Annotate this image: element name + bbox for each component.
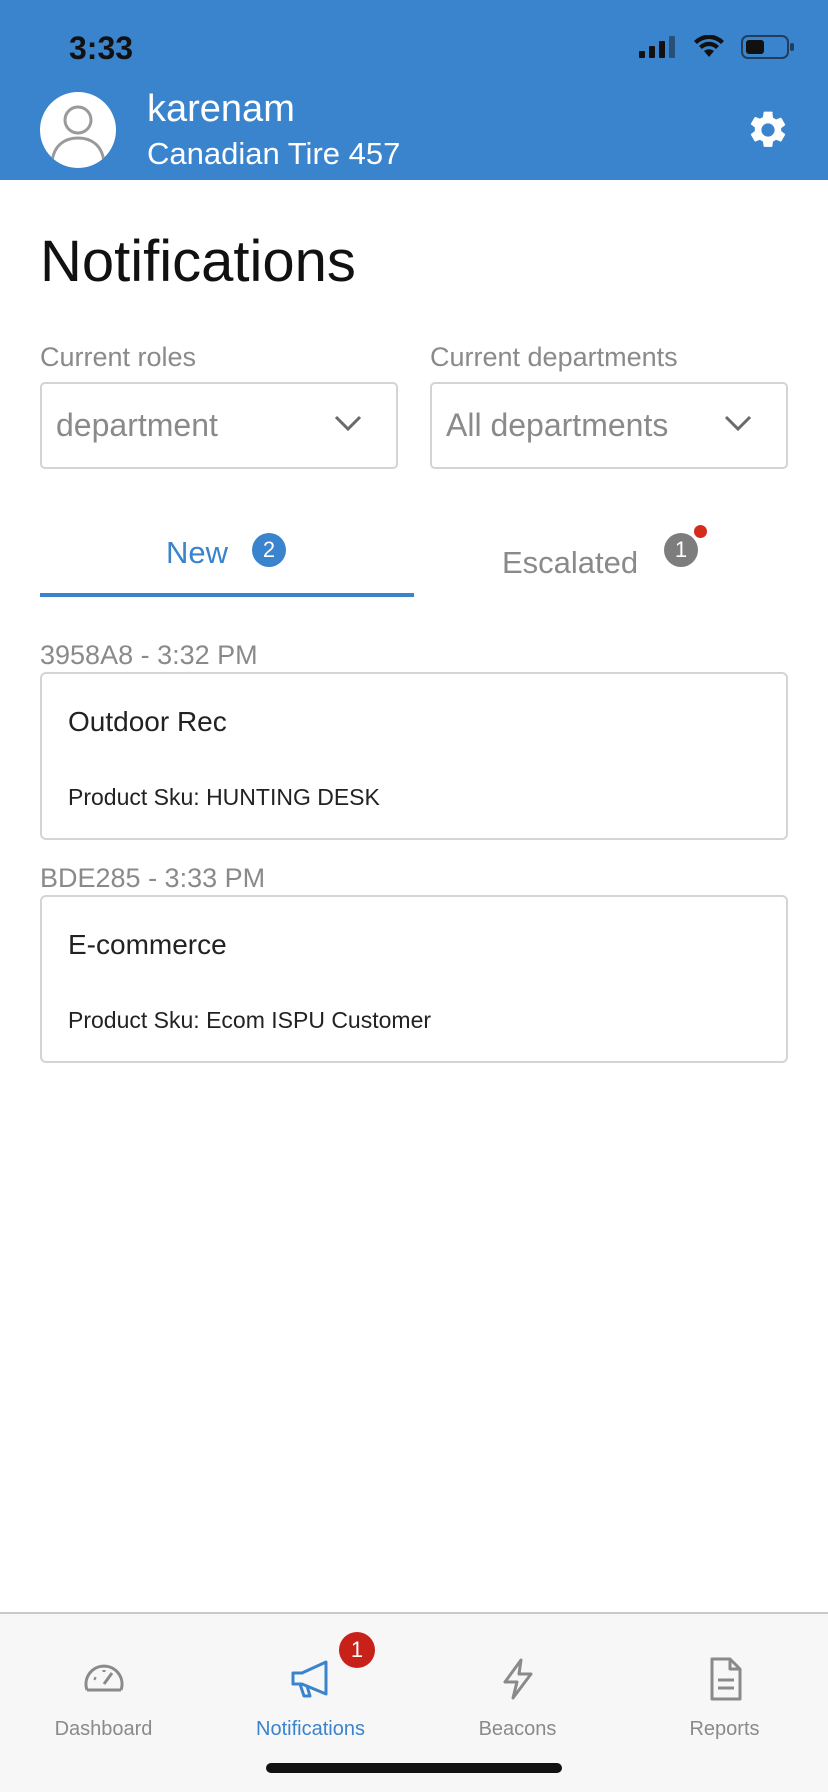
notification-department: Outdoor Rec xyxy=(68,706,227,737)
nav-notifications-label: Notifications xyxy=(256,1718,365,1740)
nav-notifications-badge: 1 xyxy=(339,1632,375,1668)
nav-reports-label: Reports xyxy=(689,1718,760,1740)
notification-card[interactable]: E-commerce Product Sku: Ecom ISPU Custom… xyxy=(40,895,788,1063)
gear-icon[interactable] xyxy=(746,108,790,152)
nav-beacons-label: Beacons xyxy=(478,1718,557,1740)
tab-new[interactable]: New xyxy=(166,535,228,571)
active-tab-indicator xyxy=(40,593,414,597)
document-icon xyxy=(710,1657,741,1701)
app-root: 3:33 karenam Canadian Tire 457 Notificat… xyxy=(0,0,828,1792)
speedometer-icon xyxy=(84,1664,123,1692)
nav-dashboard-label: Dashboard xyxy=(54,1718,153,1740)
tab-escalated[interactable]: Escalated xyxy=(502,545,638,581)
status-icons xyxy=(639,34,795,60)
roles-select[interactable]: department xyxy=(40,382,398,469)
notification-meta: BDE285 - 3:33 PM xyxy=(40,863,266,893)
notification-card[interactable]: Outdoor Rec Product Sku: HUNTING DESK xyxy=(40,672,788,840)
roles-label: Current roles xyxy=(40,342,197,372)
departments-label: Current departments xyxy=(430,342,678,372)
notification-department: E-commerce xyxy=(68,929,227,960)
home-indicator xyxy=(266,1763,562,1773)
chevron-down-icon xyxy=(334,415,362,432)
tab-escalated-label: Escalated xyxy=(502,545,639,580)
tab-escalated-count-badge: 1 xyxy=(664,533,698,567)
app-header: 3:33 karenam Canadian Tire 457 xyxy=(0,0,828,180)
avatar[interactable] xyxy=(40,92,116,168)
notification-meta: 3958A8 - 3:32 PM xyxy=(40,640,258,670)
megaphone-icon xyxy=(291,1660,327,1698)
lightning-icon xyxy=(503,1658,532,1700)
page-title: Notifications xyxy=(40,229,356,294)
store-name: Canadian Tire 457 xyxy=(147,136,401,171)
user-icon xyxy=(50,105,106,163)
status-time: 3:33 xyxy=(69,30,134,66)
unread-dot xyxy=(694,525,707,538)
username: karenam xyxy=(147,88,295,130)
tab-new-label: New xyxy=(166,535,229,570)
departments-select[interactable]: All departments xyxy=(430,382,788,469)
nav-dashboard[interactable]: Dashboard xyxy=(0,1614,207,1792)
battery-icon xyxy=(741,35,794,59)
nav-reports[interactable]: Reports xyxy=(621,1614,828,1792)
notification-sku: Product Sku: Ecom ISPU Customer xyxy=(68,1007,432,1033)
signal-icon xyxy=(639,36,675,58)
notification-sku: Product Sku: HUNTING DESK xyxy=(68,784,380,810)
roles-select-value: department xyxy=(56,407,218,443)
departments-select-value: All departments xyxy=(446,407,669,443)
tab-new-count-badge: 2 xyxy=(252,533,286,567)
chevron-down-icon xyxy=(724,415,752,432)
wifi-icon xyxy=(694,35,724,57)
